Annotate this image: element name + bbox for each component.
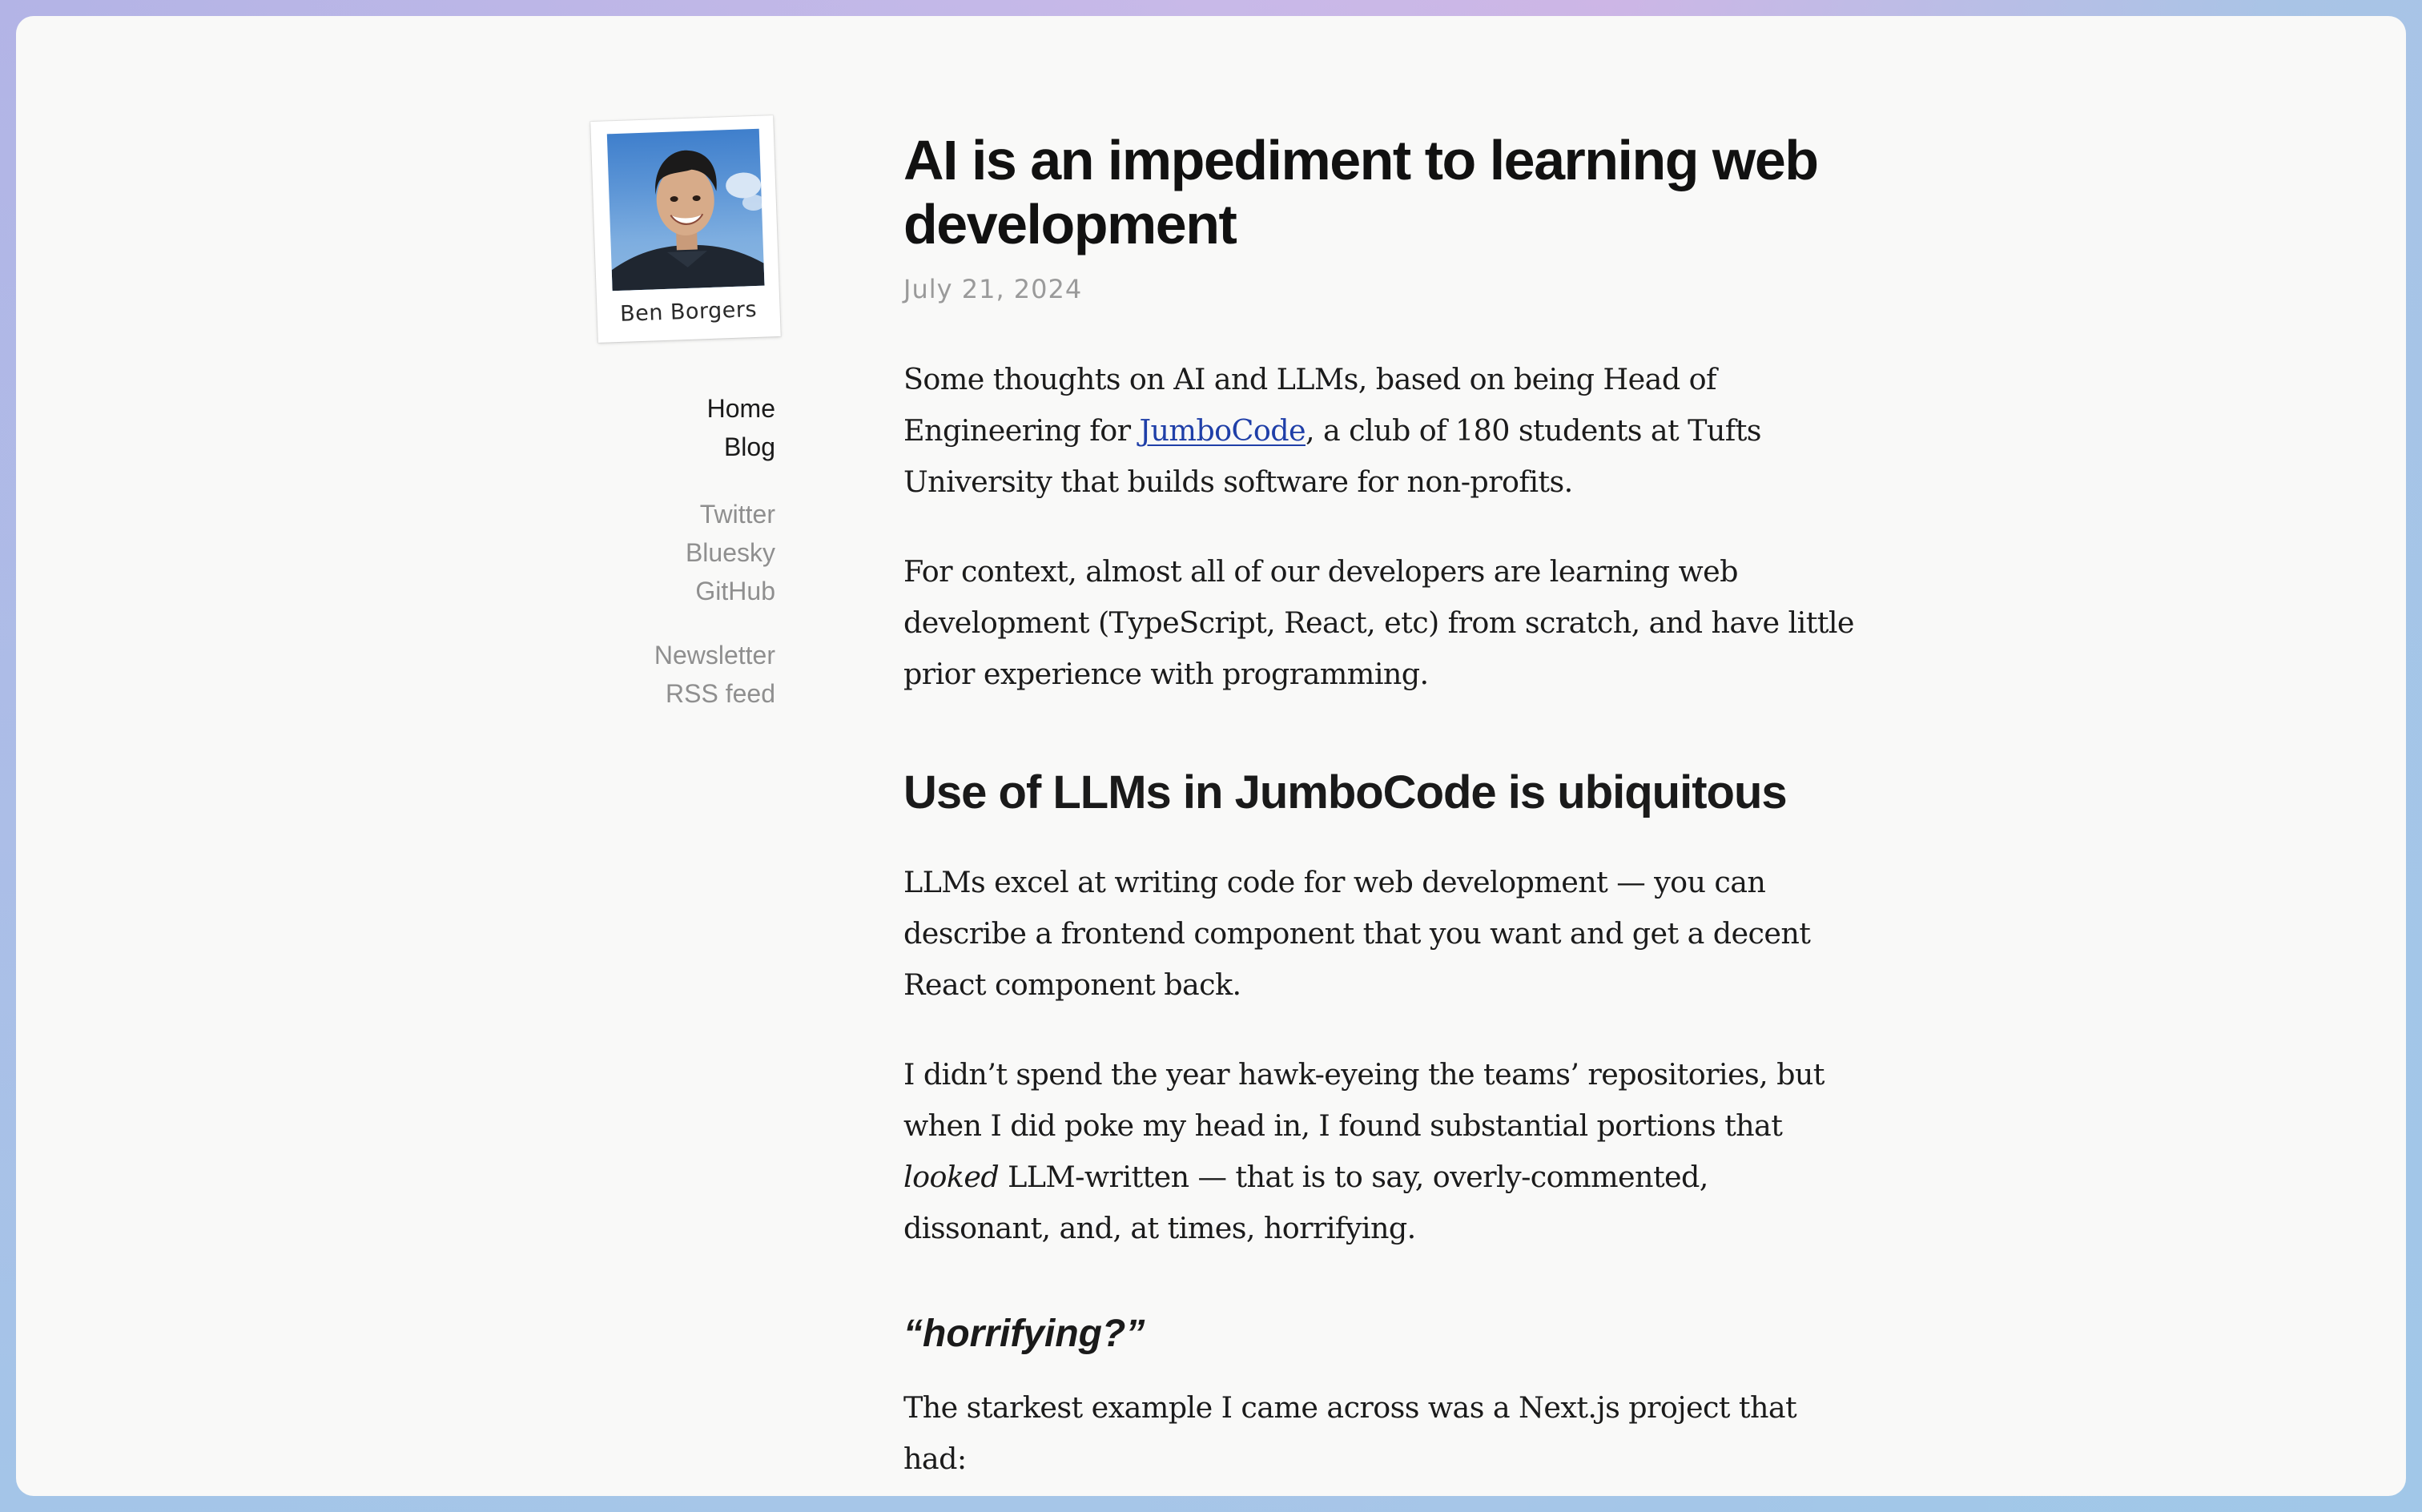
- example-paragraph: The starkest example I came across was a…: [903, 1390, 1797, 1476]
- nav-rss-link[interactable]: RSS feed: [529, 674, 775, 713]
- intro-paragraph: Some thoughts on AI and LLMs, based on b…: [903, 354, 1857, 508]
- repo-text-after-em: LLM-written — that is to say, overly-com…: [903, 1160, 1708, 1245]
- subheading: “horrifying?”: [903, 1313, 1145, 1355]
- repo-emphasis: looked: [903, 1160, 1000, 1194]
- nav-github-link[interactable]: GitHub: [529, 572, 775, 610]
- llm-paragraph: LLMs excel at writing code for web devel…: [903, 865, 1811, 1002]
- profile-polaroid[interactable]: Ben Borgers: [590, 115, 781, 343]
- feeds-nav: Newsletter RSS feed: [529, 636, 775, 713]
- nav-bluesky-link[interactable]: Bluesky: [529, 533, 775, 572]
- nav-blog-link[interactable]: Blog: [529, 428, 775, 466]
- profile-photo: [606, 128, 765, 292]
- browser-page: Ben Borgers Home Blog Twitter Bluesky Gi…: [16, 16, 2406, 1496]
- repo-text-before-em: I didn’t spend the year hawk-eyeing the …: [903, 1057, 1825, 1143]
- article-date: July 21, 2024: [903, 274, 1083, 304]
- context-paragraph: For context, almost all of our developer…: [903, 554, 1855, 691]
- nav-newsletter-link[interactable]: Newsletter: [529, 636, 775, 674]
- section-heading: Use of LLMs in JumboCode is ubiquitous: [903, 766, 1788, 818]
- article-title: AI is an impediment to learning web deve…: [903, 129, 1819, 255]
- nav-twitter-link[interactable]: Twitter: [529, 495, 775, 533]
- primary-nav: Home Blog: [529, 389, 775, 466]
- nav-home-link[interactable]: Home: [529, 389, 775, 428]
- social-nav: Twitter Bluesky GitHub: [529, 495, 775, 610]
- blog-article: AI is an impediment to learning web deve…: [903, 128, 1857, 1485]
- profile-caption: Ben Borgers: [619, 296, 758, 327]
- repo-paragraph: I didn’t spend the year hawk-eyeing the …: [903, 1049, 1857, 1254]
- jumbocode-link[interactable]: JumboCode: [1139, 413, 1306, 448]
